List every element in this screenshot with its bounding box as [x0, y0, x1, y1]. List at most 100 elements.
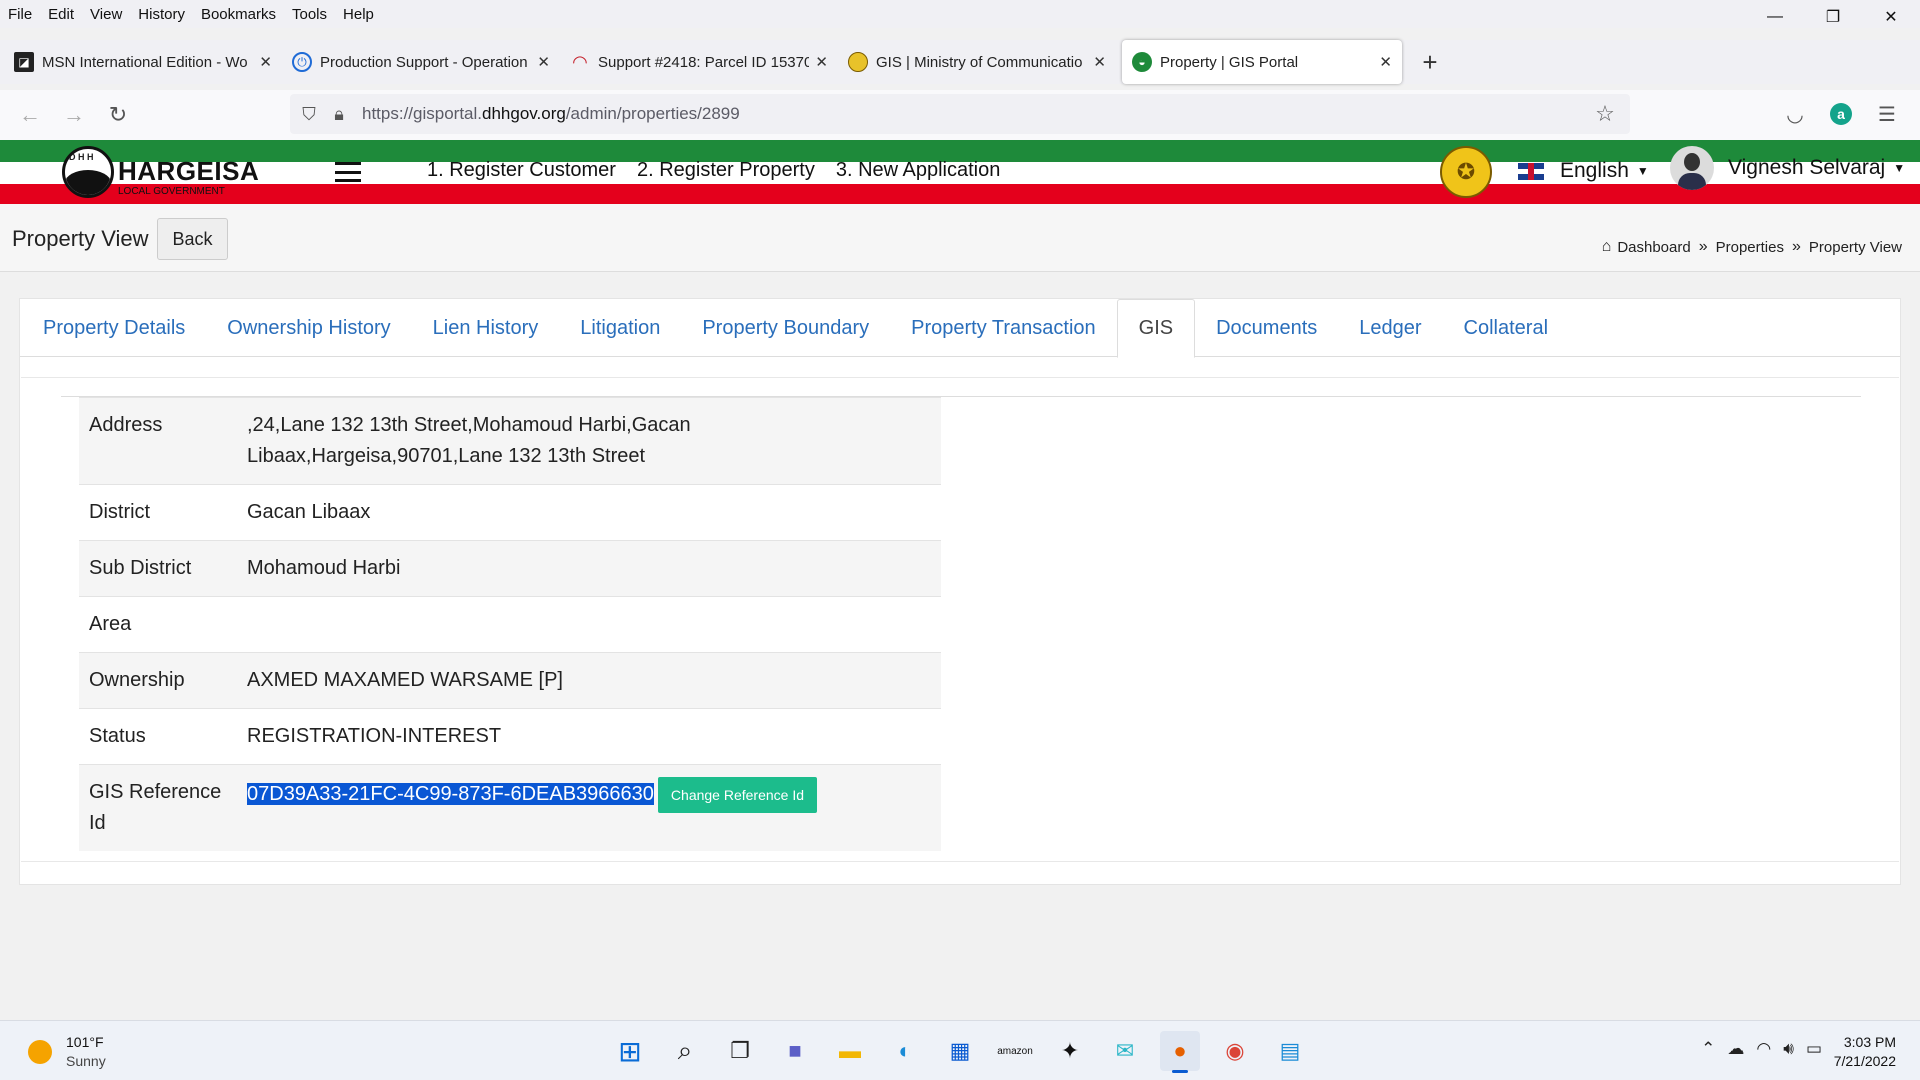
browser-tab-msn[interactable]: ◪ MSN International Edition - Wo ✕ — [4, 40, 282, 84]
gis-reference-label: GIS Reference Id — [79, 764, 237, 851]
dropbox-icon[interactable]: ✦ — [1050, 1031, 1090, 1071]
nav-register-property[interactable]: 2. Register Property — [637, 159, 815, 182]
windows-start-icon[interactable]: ⊞ — [610, 1031, 650, 1071]
tab-ledger[interactable]: Ledger — [1338, 299, 1442, 357]
hamburger-menu-icon[interactable] — [335, 162, 361, 182]
pocket-icon[interactable]: ◡ — [1772, 94, 1818, 134]
close-window-button[interactable]: ✕ — [1862, 0, 1920, 34]
msn-icon: ◪ — [14, 52, 34, 72]
tab-property-details[interactable]: Property Details — [22, 299, 206, 357]
nav-register-customer[interactable]: 1. Register Customer — [427, 159, 616, 182]
clock[interactable]: 3:03 PM 7/21/2022 — [1834, 1033, 1896, 1071]
battery-icon[interactable]: ▭ — [1806, 1039, 1822, 1059]
emblem-icon — [848, 52, 868, 72]
weather-widget[interactable]: 101°F Sunny — [28, 1033, 106, 1071]
minimize-button[interactable]: — — [1746, 0, 1804, 34]
logo-seal-text: D H H — [69, 152, 94, 162]
notepad-icon[interactable]: ▤ — [1270, 1031, 1310, 1071]
menu-edit[interactable]: Edit — [48, 6, 74, 23]
weather-temperature: 101°F — [66, 1034, 104, 1050]
gis-reference-id[interactable]: 07D39A33-21FC-4C99-873F-6DEAB3966630 — [247, 783, 654, 806]
mail-icon[interactable]: ✉ — [1105, 1031, 1145, 1071]
table-row: Sub District Mohamoud Harbi — [79, 540, 941, 597]
address-line-2: Libaax,Hargeisa,90701,Lane 132 13th Stre… — [247, 445, 646, 467]
breadcrumb-properties[interactable]: Properties — [1716, 239, 1784, 256]
change-reference-id-button[interactable]: Change Reference Id — [657, 777, 818, 813]
volume-icon[interactable]: 🔊︎ — [1783, 1039, 1794, 1059]
lock-icon[interactable]: 🔒︎ — [324, 104, 354, 125]
window-controls: — ❐ ✕ — [1746, 0, 1920, 34]
tab-litigation[interactable]: Litigation — [559, 299, 681, 357]
portal-icon: ◒ — [1132, 52, 1152, 72]
tab-property-boundary[interactable]: Property Boundary — [681, 299, 890, 357]
clock-date: 7/21/2022 — [1833, 1053, 1896, 1069]
status-value: REGISTRATION-INTEREST — [237, 708, 941, 765]
url-path: /admin/properties/2899 — [565, 104, 740, 123]
menu-file[interactable]: File — [8, 6, 32, 23]
browser-tab-property-active[interactable]: ◒ Property | GIS Portal ✕ — [1122, 40, 1402, 84]
wifi-icon[interactable]: ◠ — [1756, 1039, 1771, 1059]
nav-new-application[interactable]: 3. New Application — [836, 159, 1001, 182]
app-menu-icon[interactable]: ☰ — [1864, 94, 1910, 134]
menu-bookmarks[interactable]: Bookmarks — [201, 6, 276, 23]
firefox-icon[interactable]: ● — [1160, 1031, 1200, 1073]
store-icon[interactable]: ▦ — [940, 1031, 980, 1071]
close-tab-icon[interactable]: ✕ — [815, 53, 828, 71]
language-label: English — [1560, 159, 1629, 182]
url-bar[interactable]: ⛉ 🔒︎ https://gisportal. dhhgov.org/admin/… — [290, 94, 1630, 134]
forward-arrow-icon[interactable]: → — [52, 95, 96, 135]
browser-tab-bar: ◪ MSN International Edition - Wo ✕ ⏻ Pro… — [0, 40, 1920, 84]
browser-tab-production-support[interactable]: ⏻ Production Support - Operation ✕ — [282, 40, 560, 84]
browser-tab-title: Support #2418: Parcel ID 15370 — [598, 53, 810, 71]
chevron-up-icon[interactable]: ⌃ — [1701, 1039, 1715, 1059]
area-label: Area — [79, 596, 237, 653]
close-tab-icon[interactable]: ✕ — [259, 53, 272, 71]
shield-icon[interactable]: ⛉ — [294, 104, 324, 125]
uk-flag-icon — [1518, 162, 1544, 180]
chat-icon[interactable]: ■ — [775, 1031, 815, 1071]
site-logo[interactable]: D H H HARGEISA LOCAL GOVERNMENT — [62, 146, 259, 200]
breadcrumb-property-view: Property View — [1808, 238, 1902, 256]
amazon-icon[interactable]: amazon — [995, 1031, 1035, 1071]
tab-collateral[interactable]: Collateral — [1443, 299, 1569, 357]
close-tab-icon[interactable]: ✕ — [1093, 53, 1106, 71]
national-emblem-icon: ✪ — [1440, 146, 1492, 198]
close-tab-icon[interactable]: ✕ — [1379, 53, 1392, 71]
bookmark-star-icon[interactable]: ☆ — [1590, 101, 1620, 127]
menu-help[interactable]: Help — [343, 6, 374, 23]
edge-icon[interactable]: ◐ — [885, 1031, 925, 1071]
tab-lien-history[interactable]: Lien History — [412, 299, 560, 357]
menu-tools[interactable]: Tools — [292, 6, 327, 23]
tab-gis[interactable]: GIS — [1116, 299, 1196, 358]
reload-icon[interactable]: ↻ — [96, 95, 140, 135]
breadcrumb-dashboard[interactable]: Dashboard — [1617, 239, 1690, 256]
tab-ownership-history[interactable]: Ownership History — [206, 299, 411, 357]
gis-reference-value-cell: 07D39A33-21FC-4C99-873F-6DEAB3966630 Chan… — [237, 764, 941, 851]
browser-tab-gis-ministry[interactable]: GIS | Ministry of Communicatio ✕ — [838, 40, 1116, 84]
user-menu[interactable]: Vignesh Selvaraj ▼ — [1670, 146, 1905, 190]
weather-condition: Sunny — [66, 1053, 106, 1069]
task-view-icon[interactable]: ❐ — [720, 1031, 760, 1071]
back-arrow-icon[interactable]: ← — [8, 95, 52, 135]
close-tab-icon[interactable]: ✕ — [537, 53, 550, 71]
menu-history[interactable]: History — [138, 6, 185, 23]
chrome-icon[interactable]: ◉ — [1215, 1031, 1255, 1071]
gis-reference-label-line-1: GIS Reference — [89, 781, 222, 803]
language-selector[interactable]: English ▼ — [1518, 159, 1649, 183]
new-tab-button[interactable]: + — [1408, 40, 1452, 84]
sun-icon — [28, 1040, 52, 1064]
back-button[interactable]: Back — [157, 218, 228, 260]
browser-tab-support[interactable]: ◠ Support #2418: Parcel ID 15370 ✕ — [560, 40, 838, 84]
file-explorer-icon[interactable]: ▬ — [830, 1031, 870, 1071]
search-icon[interactable]: ⌕ — [665, 1031, 705, 1071]
subdistrict-value: Mohamoud Harbi — [237, 540, 941, 597]
tab-property-transaction[interactable]: Property Transaction — [890, 299, 1117, 357]
extension-icon[interactable]: a — [1818, 94, 1864, 134]
browser-tab-title: GIS | Ministry of Communicatio — [876, 53, 1083, 71]
area-value — [237, 596, 941, 653]
tab-documents[interactable]: Documents — [1195, 299, 1338, 357]
onedrive-icon[interactable]: ☁ — [1727, 1039, 1744, 1059]
restore-button[interactable]: ❐ — [1804, 0, 1862, 34]
property-card: Property Details Ownership History Lien … — [19, 298, 1901, 885]
menu-view[interactable]: View — [90, 6, 122, 23]
